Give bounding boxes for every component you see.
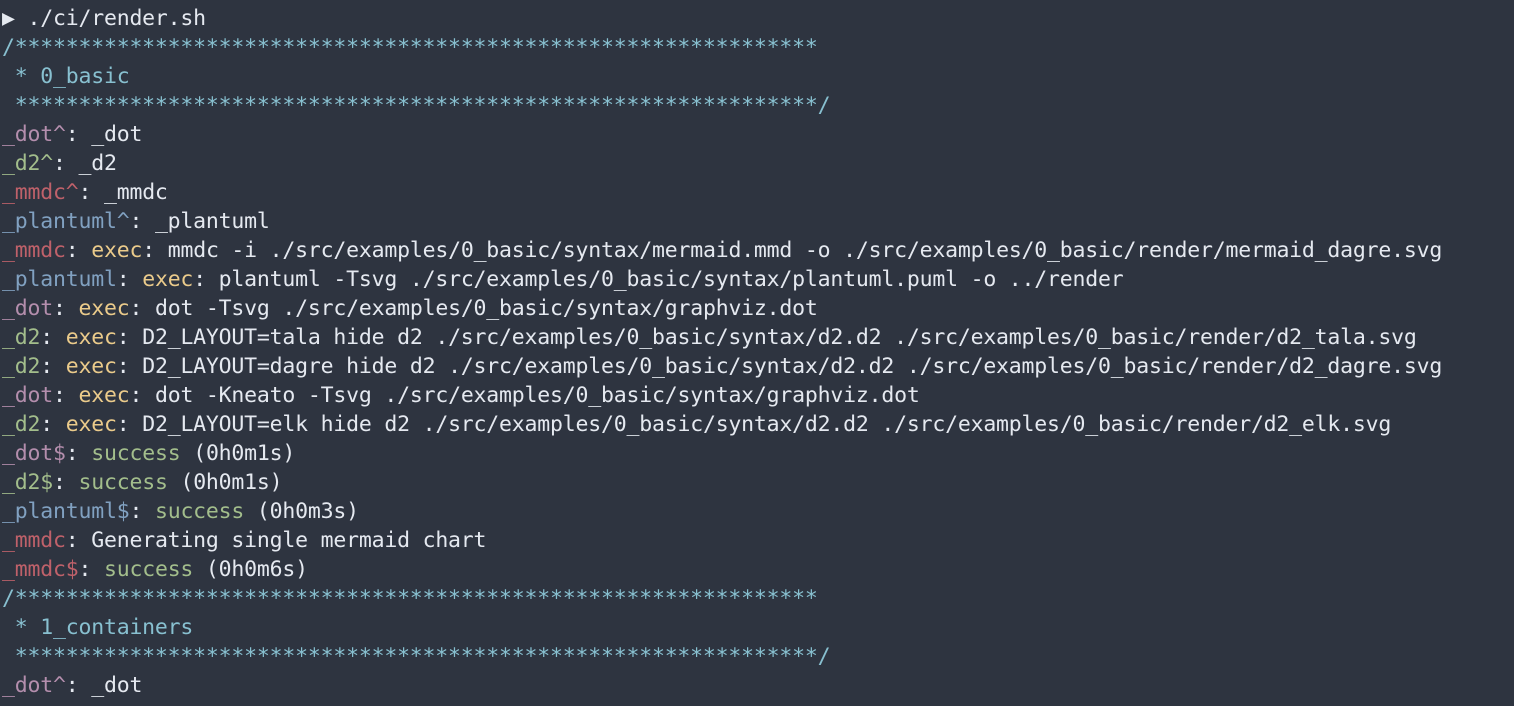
terminal-text-segment: _dot^ xyxy=(2,122,66,147)
terminal-text-segment: _mmdc$ xyxy=(2,557,79,582)
terminal-text-segment: _d2$ xyxy=(2,470,53,495)
terminal-text-segment: success xyxy=(78,470,168,495)
terminal-line: ****************************************… xyxy=(0,91,831,120)
terminal-line: _d2: exec: D2_LAYOUT=elk hide d2 ./src/e… xyxy=(0,410,1391,439)
terminal-text-segment: _dot^ xyxy=(2,673,66,698)
terminal-text-segment: _plantuml$ xyxy=(2,499,130,524)
terminal-text-segment: : xyxy=(40,325,66,350)
terminal-text-segment: success xyxy=(103,557,194,582)
terminal-text-segment: exec xyxy=(142,267,194,292)
terminal-line: _mmdc$: success (0h0m6s) xyxy=(0,555,308,584)
terminal-text-segment: : xyxy=(78,557,104,582)
terminal-text-segment: : xyxy=(52,470,79,495)
terminal-text-segment: : xyxy=(52,383,79,408)
terminal-text-segment: : xyxy=(52,296,79,321)
terminal-text-segment: ****************************************… xyxy=(2,644,831,669)
terminal-line: * 0_basic xyxy=(0,62,130,91)
terminal-text-segment: : dot -Tsvg ./src/examples/0_basic/synta… xyxy=(129,296,818,321)
terminal-line: _plantuml^: _plantuml xyxy=(0,207,270,236)
terminal-text-segment: _d2 xyxy=(2,354,41,379)
terminal-text-segment: exec xyxy=(65,325,117,350)
terminal-line: _dot^: _dot xyxy=(0,671,142,700)
terminal-line: _d2: exec: D2_LAYOUT=dagre hide d2 ./src… xyxy=(0,352,1442,381)
terminal-text-segment: _dot xyxy=(2,296,53,321)
terminal-text-segment: _plantuml^ xyxy=(2,209,130,234)
terminal-text-segment: : xyxy=(129,499,155,524)
terminal-text-segment: : xyxy=(65,238,92,263)
terminal-text-segment: success xyxy=(154,499,245,524)
terminal-text-segment: : Generating single mermaid chart xyxy=(65,528,487,553)
terminal-text-segment: : _dot xyxy=(65,673,143,698)
terminal-line: _plantuml$: success (0h0m3s) xyxy=(0,497,359,526)
terminal-text-segment: (0h0m6s) xyxy=(193,557,308,582)
terminal-line: * 1_containers xyxy=(0,613,194,642)
terminal-text-segment: : xyxy=(40,354,66,379)
terminal-text-segment: : D2_LAYOUT=elk hide d2 ./src/examples/0… xyxy=(116,412,1392,437)
terminal-line: _plantuml: exec: plantuml -Tsvg ./src/ex… xyxy=(0,265,1124,294)
terminal-text-segment: * 1_containers xyxy=(2,615,194,640)
terminal-text-segment: exec xyxy=(65,412,117,437)
terminal-line: /***************************************… xyxy=(0,33,818,62)
terminal-line: _d2: exec: D2_LAYOUT=tala hide d2 ./src/… xyxy=(0,323,1417,352)
terminal-line: _mmdc: Generating single mermaid chart xyxy=(0,526,486,555)
terminal-text-segment: : plantuml -Tsvg ./src/examples/0_basic/… xyxy=(193,267,1124,292)
terminal-line: /***************************************… xyxy=(0,584,818,613)
terminal-line: _dot$: success (0h0m1s) xyxy=(0,439,295,468)
terminal-text-segment: : D2_LAYOUT=dagre hide d2 ./src/examples… xyxy=(116,354,1443,379)
terminal-text-segment: : xyxy=(65,441,92,466)
terminal-text-segment: ****************************************… xyxy=(2,93,831,118)
terminal-text-segment: _plantuml xyxy=(2,267,117,292)
terminal-text-segment: : _dot xyxy=(65,122,143,147)
terminal-text-segment: : _d2 xyxy=(52,151,117,176)
terminal-text-segment: exec xyxy=(78,383,130,408)
terminal-line: _d2^: _d2 xyxy=(0,149,117,178)
terminal-text-segment: _d2 xyxy=(2,412,41,437)
terminal-line: ****************************************… xyxy=(0,642,831,671)
terminal-line: _dot: exec: dot -Kneato -Tsvg ./src/exam… xyxy=(0,381,920,410)
terminal-line: _dot: exec: dot -Tsvg ./src/examples/0_b… xyxy=(0,294,818,323)
terminal-text-segment: _mmdc xyxy=(2,238,66,263)
terminal-text-segment: _mmdc xyxy=(2,528,66,553)
terminal-line: _mmdc^: _mmdc xyxy=(0,178,168,207)
terminal-text-segment: (0h0m1s) xyxy=(180,441,296,466)
terminal-text-segment: * 0_basic xyxy=(2,64,130,89)
terminal-text-segment: _dot xyxy=(2,383,53,408)
terminal-text-segment: (0h0m3s) xyxy=(244,499,359,524)
terminal-text-segment: : xyxy=(40,412,66,437)
terminal-text-segment: ▶ ./ci/render.sh xyxy=(2,6,206,31)
terminal-text-segment: exec xyxy=(91,238,143,263)
terminal-text-segment: exec xyxy=(65,354,117,379)
terminal-text-segment: : xyxy=(116,267,143,292)
terminal-text-segment: _mmdc^ xyxy=(2,180,79,205)
terminal-text-segment: : D2_LAYOUT=tala hide d2 ./src/examples/… xyxy=(116,325,1417,350)
terminal-text-segment: (0h0m1s) xyxy=(167,470,283,495)
terminal-text-segment: : mmdc -i ./src/examples/0_basic/syntax/… xyxy=(142,238,1443,263)
terminal-text-segment: : _plantuml xyxy=(129,209,270,234)
terminal-text-segment: /***************************************… xyxy=(2,586,818,611)
terminal-text-segment: _d2^ xyxy=(2,151,53,176)
terminal-line: _d2$: success (0h0m1s) xyxy=(0,468,283,497)
terminal-text-segment: _d2 xyxy=(2,325,41,350)
terminal-line: _mmdc: exec: mmdc -i ./src/examples/0_ba… xyxy=(0,236,1442,265)
terminal-text-segment: /***************************************… xyxy=(2,35,818,60)
terminal-text-segment: _dot$ xyxy=(2,441,66,466)
terminal-line: _dot^: _dot xyxy=(0,120,142,149)
terminal-output[interactable]: ▶ ./ci/render.sh /***********************… xyxy=(0,0,1514,706)
terminal-text-segment: exec xyxy=(78,296,130,321)
terminal-line: ▶ ./ci/render.sh xyxy=(0,4,206,33)
terminal-text-segment: : dot -Kneato -Tsvg ./src/examples/0_bas… xyxy=(129,383,920,408)
terminal-text-segment: : _mmdc xyxy=(78,180,168,205)
terminal-text-segment: success xyxy=(91,441,181,466)
